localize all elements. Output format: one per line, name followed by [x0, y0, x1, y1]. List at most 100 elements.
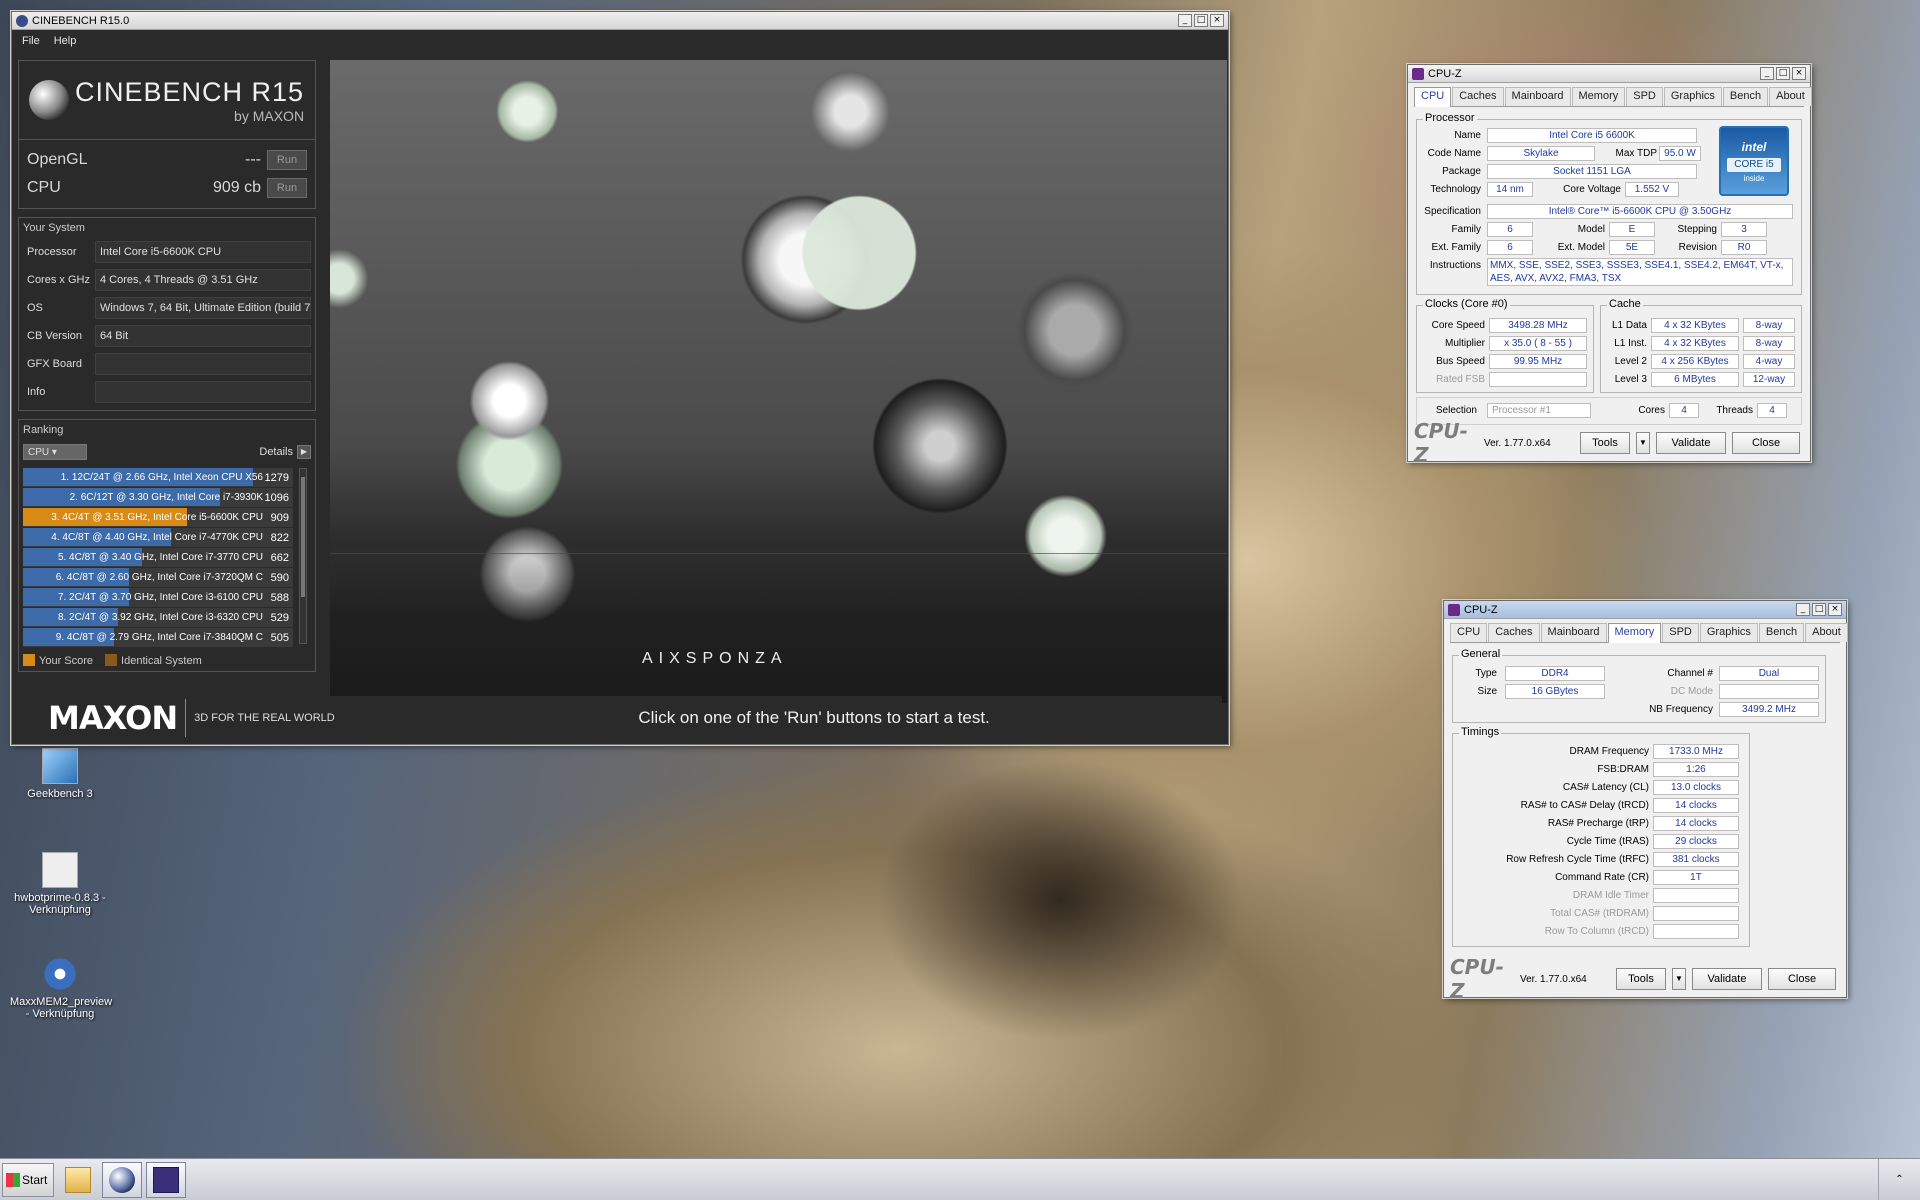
timing-label: RAS# to CAS# Delay (tRCD)	[1520, 800, 1649, 811]
opengl-run-button[interactable]: Run	[267, 150, 307, 170]
minimize-button[interactable]: _	[1760, 67, 1774, 80]
minimize-button[interactable]: _	[1796, 603, 1810, 616]
ranking-list: 1. 12C/24T @ 2.66 GHz, Intel Xeon CPU X5…	[23, 468, 311, 648]
tab-bench[interactable]: Bench	[1758, 623, 1805, 642]
processor-select[interactable]: Processor #1	[1487, 403, 1591, 418]
ranking-row[interactable]: 8. 2C/4T @ 3.92 GHz, Intel Core i3-6320 …	[23, 608, 293, 628]
close-button[interactable]: ×	[1792, 67, 1806, 80]
system-key: GFX Board	[27, 358, 83, 370]
package-label: Package	[1442, 166, 1481, 177]
timing-label: DRAM Frequency	[1569, 746, 1649, 757]
l1-data-way: 8-way	[1743, 318, 1795, 333]
cpuz-memory-window: CPU-Z _ □ × CPU Caches Mainboard Memory …	[1443, 600, 1848, 1003]
timing-label: Command Rate (CR)	[1555, 872, 1649, 883]
start-button[interactable]: Start	[2, 1162, 54, 1197]
code-name-field: Skylake	[1487, 146, 1595, 161]
tab-graphics[interactable]: Graphics	[1699, 623, 1758, 642]
system-key: Processor	[27, 246, 77, 258]
ranking-scrollbar[interactable]	[299, 468, 307, 644]
tab-about[interactable]: About	[1769, 87, 1812, 106]
ranking-row[interactable]: 2. 6C/12T @ 3.30 GHz, Intel Core i7-3930…	[23, 488, 293, 508]
minimize-button[interactable]: _	[1178, 14, 1192, 27]
tools-dropdown-icon[interactable]: ▼	[1636, 432, 1650, 454]
show-desktop-button[interactable]: ⌃	[1878, 1159, 1920, 1200]
tab-memory[interactable]: Memory	[1607, 623, 1662, 643]
level2-way: 4-way	[1743, 354, 1795, 369]
cinebench-titlebar[interactable]: CINEBENCH R15.0 _ □ ×	[12, 12, 1228, 30]
system-value[interactable]: Intel Core i5-6600K CPU	[95, 241, 311, 263]
cinebench-ball-icon	[29, 80, 69, 120]
desktop-icon-maxxmem[interactable]: MaxxMEM2_preview - Verknüpfung	[10, 956, 112, 1020]
tab-mainboard[interactable]: Mainboard	[1540, 623, 1607, 642]
tab-mainboard[interactable]: Mainboard	[1504, 87, 1571, 106]
menu-help[interactable]: Help	[54, 35, 77, 47]
timing-value: 1T	[1653, 870, 1739, 885]
ranking-row[interactable]: 1. 12C/24T @ 2.66 GHz, Intel Xeon CPU X5…	[23, 468, 293, 488]
cpuz-titlebar[interactable]: CPU-Z _ □ ×	[1408, 65, 1810, 83]
menu-file[interactable]: File	[22, 35, 40, 47]
panel-splitter[interactable]	[322, 60, 330, 703]
system-value[interactable]: 4 Cores, 4 Threads @ 3.51 GHz	[95, 269, 311, 291]
desktop-icon-geekbench[interactable]: Geekbench 3	[10, 748, 110, 800]
tab-graphics[interactable]: Graphics	[1663, 87, 1722, 106]
validate-button[interactable]: Validate	[1656, 432, 1726, 454]
close-button[interactable]: Close	[1732, 432, 1800, 454]
ranking-row[interactable]: 6. 4C/8T @ 2.60 GHz, Intel Core i7-3720Q…	[23, 568, 293, 588]
specification-field: Intel® Core™ i5-6600K CPU @ 3.50GHz	[1487, 204, 1793, 219]
close-button[interactable]: Close	[1768, 968, 1836, 990]
taskbar-explorer[interactable]	[58, 1162, 98, 1198]
group-title: Cache	[1607, 298, 1643, 310]
close-button[interactable]: ×	[1210, 14, 1224, 27]
tab-caches[interactable]: Caches	[1488, 623, 1540, 642]
model-field: E	[1609, 222, 1655, 237]
tools-button[interactable]: Tools	[1616, 968, 1666, 990]
ranking-row[interactable]: 3. 4C/4T @ 3.51 GHz, Intel Core i5-6600K…	[23, 508, 293, 528]
ranking-select[interactable]: CPU ▾	[23, 444, 87, 460]
windows-flag-icon	[6, 1172, 20, 1187]
maximize-button[interactable]: □	[1194, 14, 1208, 27]
tab-memory[interactable]: Memory	[1571, 87, 1626, 106]
your-system-header: Your System	[23, 222, 85, 234]
tools-button[interactable]: Tools	[1580, 432, 1630, 454]
tab-cpu[interactable]: CPU	[1450, 623, 1488, 642]
scrollbar-thumb[interactable]	[301, 477, 305, 597]
system-value[interactable]: 64 Bit	[95, 325, 311, 347]
logo-main: CINEBENCH R15	[75, 76, 305, 107]
taskbar-cinebench[interactable]	[102, 1161, 142, 1198]
maximize-button[interactable]: □	[1812, 603, 1826, 616]
ranking-row[interactable]: 5. 4C/8T @ 3.40 GHz, Intel Core i7-3770 …	[23, 548, 293, 568]
taskbar-cpuz[interactable]	[146, 1161, 186, 1198]
ranking-select-value: CPU	[28, 447, 50, 458]
tools-dropdown-icon[interactable]: ▼	[1672, 968, 1686, 990]
system-value[interactable]	[95, 381, 311, 403]
type-field: DDR4	[1505, 666, 1605, 681]
cpu-run-button[interactable]: Run	[267, 178, 307, 198]
details-button[interactable]: Details ▶	[259, 445, 311, 459]
ranking-row[interactable]: 9. 4C/8T @ 2.79 GHz, Intel Core i7-3840Q…	[23, 628, 293, 648]
tab-about[interactable]: About	[1805, 623, 1848, 642]
dc-mode-field	[1719, 684, 1819, 699]
tab-caches[interactable]: Caches	[1452, 87, 1504, 106]
timing-label: Row To Column (tRCD)	[1544, 926, 1649, 937]
system-value[interactable]: Windows 7, 64 Bit, Ultimate Edition (bui…	[95, 297, 311, 319]
system-row: GFX Board	[23, 350, 311, 378]
tab-spd[interactable]: SPD	[1626, 87, 1663, 106]
validate-button[interactable]: Validate	[1692, 968, 1762, 990]
group-title: Processor	[1423, 112, 1477, 124]
opengl-row: OpenGL --- Run	[27, 146, 307, 174]
desktop-icon-hwbotprime[interactable]: hwbotprime-0.8.3 - Verknüpfung	[10, 852, 110, 916]
nb-frequency-field: 3499.2 MHz	[1719, 702, 1819, 717]
cpuz-titlebar[interactable]: CPU-Z _ □ ×	[1444, 601, 1846, 619]
close-button[interactable]: ×	[1828, 603, 1842, 616]
play-arrow-icon: ▶	[297, 445, 311, 459]
tab-bench[interactable]: Bench	[1722, 87, 1769, 106]
ranking-row[interactable]: 4. 4C/8T @ 4.40 GHz, Intel Core i7-4770K…	[23, 528, 293, 548]
tab-cpu[interactable]: CPU	[1414, 87, 1452, 107]
channel-label: Channel #	[1667, 668, 1713, 679]
ranking-row[interactable]: 7. 2C/4T @ 3.70 GHz, Intel Core i3-6100 …	[23, 588, 293, 608]
timing-value: 1:26	[1653, 762, 1739, 777]
system-value[interactable]	[95, 353, 311, 375]
maximize-button[interactable]: □	[1776, 67, 1790, 80]
timing-label: Cycle Time (tRAS)	[1566, 836, 1649, 847]
tab-spd[interactable]: SPD	[1662, 623, 1699, 642]
